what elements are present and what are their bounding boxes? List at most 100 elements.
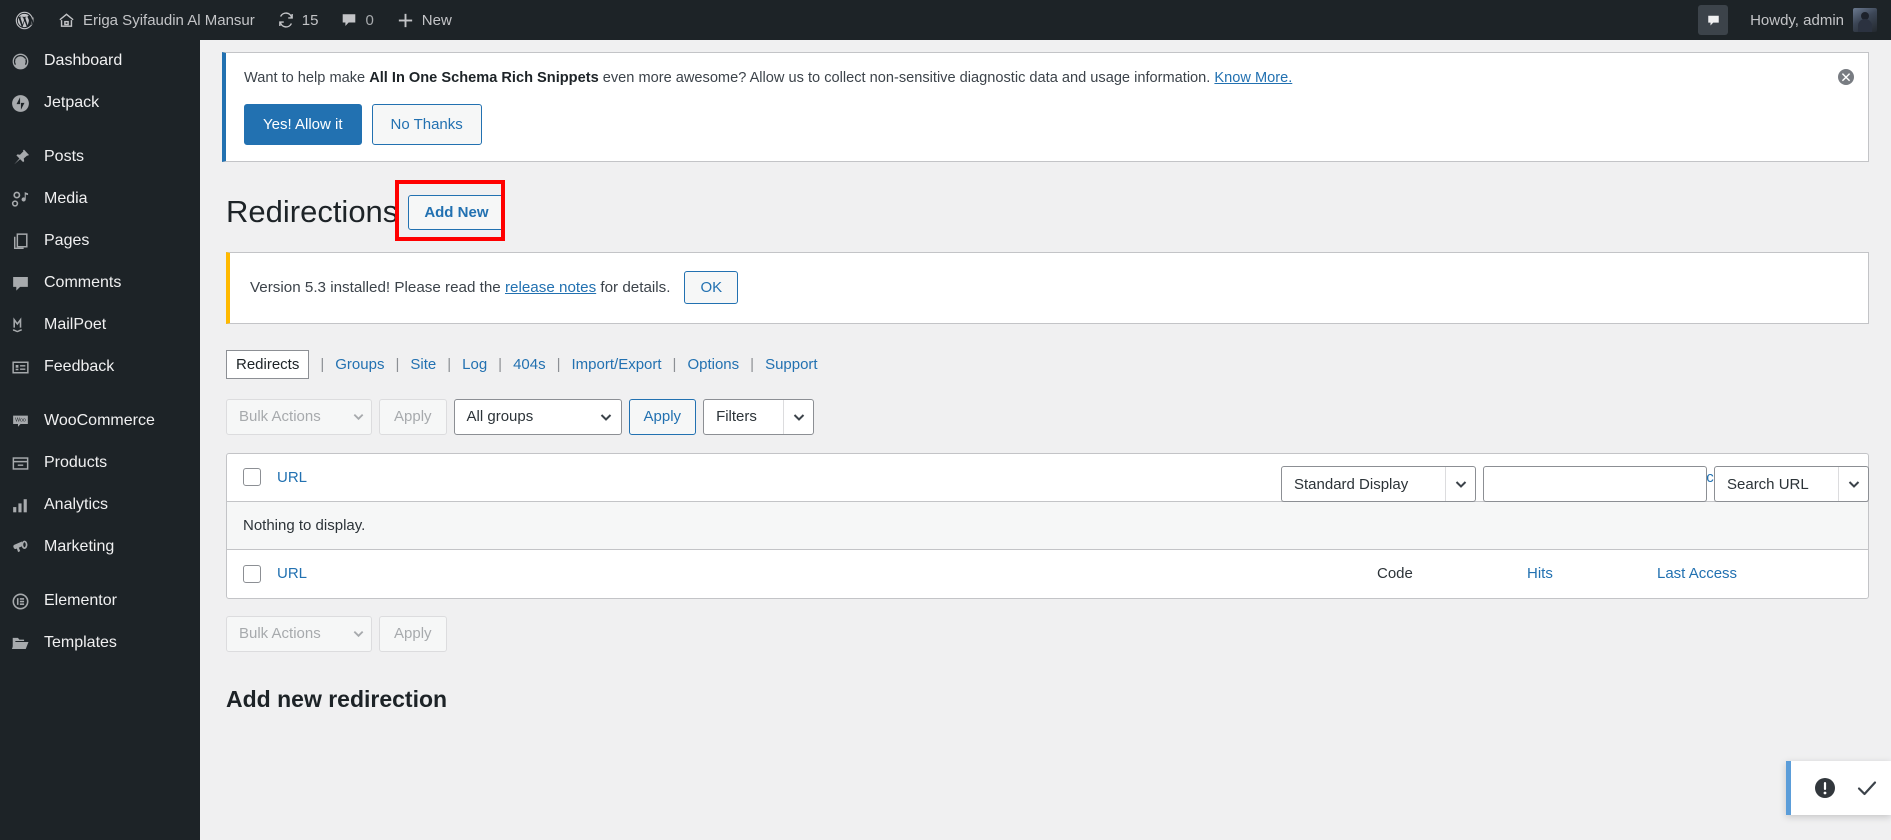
- chevron-down-icon: [783, 399, 813, 434]
- pages-icon: [10, 231, 44, 252]
- version-notice-ok-button[interactable]: OK: [684, 271, 739, 305]
- sidebar-item-label: WooCommerce: [44, 412, 155, 429]
- notifications-menu[interactable]: [1687, 0, 1739, 40]
- woocommerce-icon: Woo: [10, 411, 44, 432]
- sidebar-item-dashboard[interactable]: Dashboard: [0, 40, 200, 82]
- updates-menu[interactable]: 15: [266, 0, 330, 40]
- comment-bubble-icon: [340, 11, 358, 29]
- add-new-wrapper: Add New: [395, 179, 506, 241]
- sidebar-separator: [0, 124, 200, 136]
- sidebar-item-marketing[interactable]: Marketing: [0, 526, 200, 568]
- schema-notice-plugin-name: All In One Schema Rich Snippets: [369, 70, 599, 86]
- column-footer-hits[interactable]: Hits: [1527, 565, 1657, 582]
- chevron-down-icon: [1838, 467, 1868, 501]
- sidebar-item-jetpack[interactable]: Jetpack: [0, 82, 200, 124]
- tab-separator: |: [672, 355, 677, 373]
- filters-select[interactable]: Filters: [703, 398, 815, 435]
- sidebar-item-pages[interactable]: Pages: [0, 220, 200, 262]
- redirection-tabs: Redirects | Groups | Site | Log | 404s |…: [226, 349, 1891, 379]
- sidebar-separator: [0, 388, 200, 400]
- new-content-menu[interactable]: New: [385, 0, 463, 40]
- sidebar-item-woocommerce[interactable]: Woo WooCommerce: [0, 400, 200, 442]
- tab-redirects[interactable]: Redirects: [226, 349, 310, 379]
- site-name-label: Eriga Syifaudin Al Mansur: [83, 11, 255, 29]
- dashboard-icon: [10, 51, 44, 72]
- tab-groups[interactable]: Groups: [333, 356, 386, 373]
- schema-notice-text-before: Want to help make: [244, 70, 370, 86]
- sidebar-item-feedback[interactable]: Feedback: [0, 346, 200, 388]
- apply-button-top[interactable]: Apply: [379, 398, 447, 435]
- updates-count: 15: [301, 11, 319, 29]
- allow-diagnostics-button[interactable]: Yes! Allow it: [244, 104, 362, 146]
- version-notice-text-before: Version 5.3 installed! Please read the: [250, 279, 505, 297]
- bulk-actions-select-bottom[interactable]: Bulk Actions: [226, 615, 372, 652]
- admin-bar: Eriga Syifaudin Al Mansur 15 0 New Howdy…: [0, 0, 1891, 40]
- close-circle-icon[interactable]: [1836, 67, 1856, 87]
- decline-diagnostics-button[interactable]: No Thanks: [371, 104, 482, 146]
- sidebar-item-comments[interactable]: Comments: [0, 262, 200, 304]
- select-all-checkbox-bottom[interactable]: [243, 564, 261, 583]
- elementor-icon: [10, 591, 44, 612]
- groups-filter-select[interactable]: All groups: [453, 398, 622, 435]
- sidebar-item-label: Pages: [44, 232, 90, 249]
- media-icon: [10, 189, 44, 210]
- tablenav-bottom: Bulk Actions Apply: [226, 615, 1891, 652]
- schema-notice-text: Want to help make All In One Schema Rich…: [242, 65, 1852, 90]
- tab-separator: |: [750, 355, 755, 373]
- add-new-button[interactable]: Add New: [408, 194, 505, 230]
- know-more-link[interactable]: Know More.: [1214, 70, 1292, 86]
- sidebar-item-products[interactable]: Products: [0, 442, 200, 484]
- sidebar-item-label: Products: [44, 454, 108, 471]
- comments-menu[interactable]: 0: [329, 0, 384, 40]
- sidebar-item-analytics[interactable]: Analytics: [0, 484, 200, 526]
- new-content-label: New: [421, 11, 452, 29]
- exclamation-circle-icon[interactable]: [1813, 776, 1837, 800]
- sidebar-item-label: Marketing: [44, 538, 115, 555]
- tab-log[interactable]: Log: [460, 356, 489, 373]
- admin-sidebar-menu: Dashboard Jetpack Posts Media Pages Comm…: [0, 40, 200, 840]
- status-toast: [1786, 761, 1891, 815]
- tab-import-export[interactable]: Import/Export: [570, 356, 664, 373]
- bulk-actions-value: Bulk Actions: [239, 408, 321, 426]
- tab-separator: |: [447, 355, 452, 373]
- sidebar-item-templates[interactable]: Templates: [0, 622, 200, 664]
- select-all-checkbox-top[interactable]: [243, 468, 261, 487]
- column-footer-url[interactable]: URL: [277, 565, 1377, 582]
- tab-options[interactable]: Options: [685, 356, 741, 373]
- mailpoet-icon: [10, 315, 44, 336]
- tab-separator: |: [320, 355, 325, 373]
- column-footer-last-access[interactable]: Last Access: [1657, 565, 1852, 582]
- display-mode-select[interactable]: Standard Display: [1281, 466, 1476, 502]
- table-footer-row: URL Code Hits Last Access: [227, 550, 1868, 598]
- apply-groups-button[interactable]: Apply: [628, 398, 697, 435]
- display-mode-value: Standard Display: [1294, 475, 1409, 493]
- wp-logo-menu[interactable]: [0, 0, 46, 40]
- tab-site[interactable]: Site: [408, 356, 438, 373]
- column-header-url[interactable]: URL: [277, 469, 1377, 486]
- analytics-icon: [10, 495, 44, 516]
- sidebar-item-label: Dashboard: [44, 52, 123, 69]
- sidebar-item-elementor[interactable]: Elementor: [0, 580, 200, 622]
- search-input[interactable]: [1483, 466, 1707, 502]
- sidebar-item-posts[interactable]: Posts: [0, 136, 200, 178]
- checkmark-icon[interactable]: [1855, 776, 1879, 800]
- search-controls: Standard Display Search URL: [1281, 466, 1869, 502]
- bulk-actions-select-top[interactable]: Bulk Actions: [226, 398, 372, 435]
- tab-support[interactable]: Support: [763, 356, 820, 373]
- table-empty-message: Nothing to display.: [227, 501, 1868, 550]
- sidebar-item-label: MailPoet: [44, 316, 107, 333]
- sidebar-item-mailpoet[interactable]: MailPoet: [0, 304, 200, 346]
- site-name-menu[interactable]: Eriga Syifaudin Al Mansur: [46, 0, 266, 40]
- main-content: Want to help make All In One Schema Rich…: [200, 40, 1891, 840]
- products-icon: [10, 453, 44, 474]
- version-notice-text-after: for details.: [596, 279, 671, 297]
- search-type-select[interactable]: Search URL: [1714, 466, 1869, 502]
- version-notice: Version 5.3 installed! Please read the r…: [226, 251, 1869, 324]
- account-menu[interactable]: Howdy, admin: [1739, 0, 1891, 40]
- schema-notice-actions: Yes! Allow it No Thanks: [242, 104, 1852, 146]
- tab-404s[interactable]: 404s: [511, 356, 548, 373]
- release-notes-link[interactable]: release notes: [505, 279, 596, 296]
- apply-button-bottom[interactable]: Apply: [379, 615, 447, 652]
- version-notice-text: Version 5.3 installed! Please read the r…: [250, 279, 670, 296]
- sidebar-item-media[interactable]: Media: [0, 178, 200, 220]
